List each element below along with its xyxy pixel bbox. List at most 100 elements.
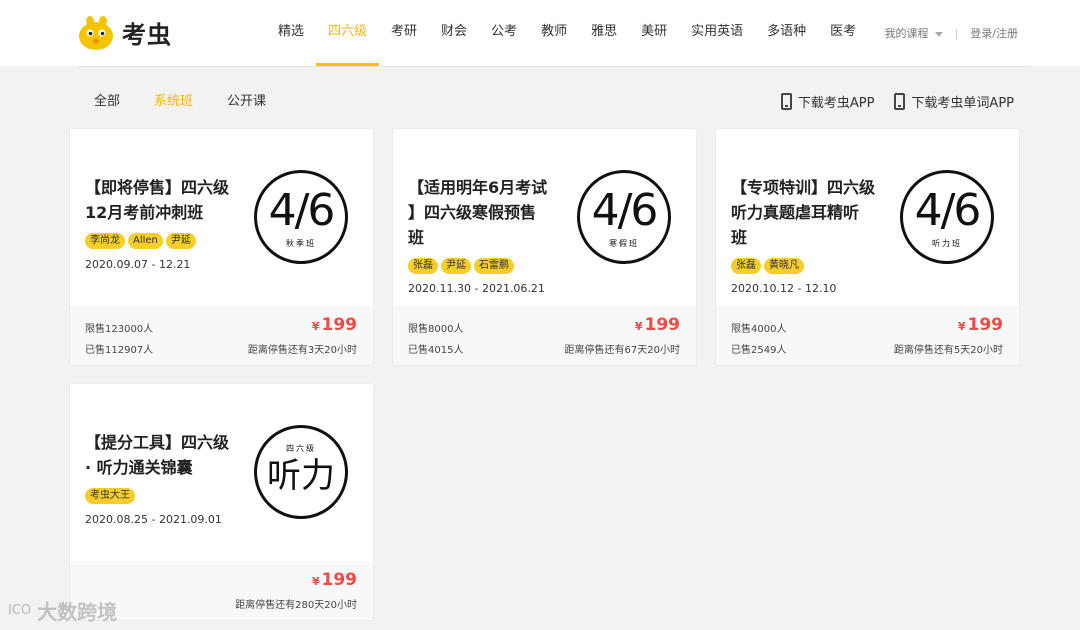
course-type-tabs: 全部 系统班 公开课 bbox=[77, 90, 283, 109]
nav-item-jiaoshi[interactable]: 教师 bbox=[529, 0, 579, 66]
top-header: 考虫 精选 四六级 考研 财会 公考 教师 雅思 美研 实用英语 多语种 医考 … bbox=[0, 0, 1080, 66]
teacher-tag: 尹延 bbox=[441, 258, 471, 274]
course-title-line: 【提分工具】四六级 bbox=[85, 433, 230, 452]
sale-limit: 限售123000人 bbox=[85, 324, 154, 335]
bug-mascot-icon bbox=[79, 16, 113, 50]
course-dates: 2020.09.07 - 12.21 bbox=[85, 258, 191, 271]
my-courses-dropdown[interactable]: 我的课程 bbox=[885, 25, 943, 41]
my-courses-label: 我的课程 bbox=[884, 27, 929, 40]
course-title-line: · 听力通关锦囊 bbox=[85, 458, 193, 477]
course-badge-icon: 4/6 听力班 bbox=[900, 170, 994, 264]
download-app-label: 下载考虫APP bbox=[797, 96, 875, 111]
download-word-app-link[interactable]: 下载考虫单词APP bbox=[894, 92, 1014, 111]
course-card[interactable]: 【适用明年6月考试 】四六级寒假预售 班 张磊 尹延 石雷鹏 2020.11.3… bbox=[392, 128, 697, 366]
course-title-line: 班 bbox=[408, 228, 425, 247]
course-card[interactable]: 【即将停售】四六级 12月考前冲刺班 李尚龙 Allen 尹延 2020.09.… bbox=[69, 128, 374, 366]
tab-all[interactable]: 全部 bbox=[77, 90, 137, 109]
sale-countdown: 距离停售还有3天20小时 bbox=[247, 345, 357, 356]
listening-badge-icon: 四六级 听力 bbox=[254, 425, 348, 519]
filter-bar: 全部 系统班 公开课 下载考虫APP 下载考虫单词APP bbox=[77, 66, 1030, 128]
download-word-app-label: 下载考虫单词APP bbox=[911, 96, 1014, 111]
sold-count: 已售4015人 bbox=[408, 345, 464, 356]
course-badge-icon: 4/6 秋季班 bbox=[254, 170, 348, 264]
card-footer: 限售123000人 已售112907人 ¥199 距离停售还有3天20小时 bbox=[70, 306, 373, 365]
course-title-line: 班 bbox=[731, 228, 748, 247]
nav-item-jingxuan[interactable]: 精选 bbox=[266, 0, 316, 66]
currency-symbol: ¥ bbox=[634, 320, 643, 333]
user-area: 我的课程 | 登录/注册 bbox=[885, 25, 1018, 41]
nav-item-caikuai[interactable]: 财会 bbox=[429, 0, 479, 66]
teacher-tags: 张磊 尹延 石雷鹏 bbox=[408, 258, 517, 274]
sale-countdown: 距离停售还有280天20小时 bbox=[235, 600, 357, 611]
teacher-tags: 张磊 黄晓凡 bbox=[731, 258, 807, 274]
watermark-text: 大数跨境 bbox=[37, 600, 118, 624]
app-downloads: 下载考虫APP 下载考虫单词APP bbox=[761, 92, 1014, 111]
sold-count: 已售112907人 bbox=[85, 345, 154, 356]
tab-open-class[interactable]: 公开课 bbox=[210, 90, 283, 109]
phone-icon bbox=[780, 93, 792, 110]
login-link[interactable]: 登录/注册 bbox=[970, 25, 1018, 41]
sale-limit: 限售8000人 bbox=[408, 324, 464, 335]
nav-item-kaoyan[interactable]: 考研 bbox=[379, 0, 429, 66]
card-footer: 限售8000人 已售4015人 ¥199 距离停售还有67天20小时 bbox=[393, 306, 696, 365]
course-title-line: 听力真题虐耳精听 bbox=[731, 203, 860, 222]
price: ¥199 bbox=[958, 315, 1003, 335]
download-app-link[interactable]: 下载考虫APP bbox=[780, 92, 875, 111]
sale-limit: 限售4000人 bbox=[731, 324, 787, 335]
course-title: 【提分工具】四六级 · 听力通关锦囊 bbox=[85, 430, 245, 480]
course-title-line: 【即将停售】四六级 bbox=[85, 178, 230, 197]
teacher-tag: 李尚龙 bbox=[85, 233, 125, 249]
price-value: 199 bbox=[321, 315, 358, 335]
course-title-line: 12月考前冲刺班 bbox=[85, 203, 204, 222]
currency-symbol: ¥ bbox=[311, 320, 320, 333]
nav-item-ielts[interactable]: 雅思 bbox=[579, 0, 629, 66]
badge-top-text: 四六级 bbox=[286, 444, 316, 453]
course-title: 【即将停售】四六级 12月考前冲刺班 bbox=[85, 175, 245, 225]
course-dates: 2020.10.12 - 12.10 bbox=[731, 282, 837, 295]
badge-sub-text: 秋季班 bbox=[286, 239, 316, 248]
currency-symbol: ¥ bbox=[957, 320, 966, 333]
price: ¥199 bbox=[312, 315, 357, 335]
teacher-tags: 李尚龙 Allen 尹延 bbox=[85, 233, 199, 249]
phone-icon bbox=[894, 93, 906, 110]
card-footer: 限售4000人 已售2549人 ¥199 距离停售还有5天20小时 bbox=[716, 306, 1019, 365]
badge-main-text: 听力 bbox=[267, 456, 335, 496]
teacher-tag: Allen bbox=[128, 233, 163, 249]
course-card[interactable]: 【专项特训】四六级 听力真题虐耳精听 班 张磊 黄晓凡 2020.10.12 -… bbox=[715, 128, 1020, 366]
teacher-tag: 石雷鹏 bbox=[474, 258, 514, 274]
nav-item-gongkao[interactable]: 公考 bbox=[479, 0, 529, 66]
sale-countdown: 距离停售还有5天20小时 bbox=[893, 345, 1003, 356]
teacher-tag: 黄晓凡 bbox=[764, 258, 804, 274]
nav-item-cet[interactable]: 四六级 bbox=[316, 0, 380, 66]
currency-symbol: ¥ bbox=[311, 575, 320, 588]
tab-system-class[interactable]: 系统班 bbox=[137, 90, 210, 109]
price: ¥199 bbox=[312, 570, 357, 590]
nav-item-practical-english[interactable]: 实用英语 bbox=[679, 0, 755, 66]
course-badge-icon: 4/6 寒假班 bbox=[577, 170, 671, 264]
teacher-tag: 尹延 bbox=[165, 233, 196, 249]
badge-sub-text: 听力班 bbox=[932, 239, 962, 248]
teacher-tag: 张磊 bbox=[731, 258, 761, 274]
price: ¥199 bbox=[635, 315, 680, 335]
course-card[interactable]: 【提分工具】四六级 · 听力通关锦囊 考虫大王 2020.08.25 - 202… bbox=[69, 383, 374, 621]
course-title: 【适用明年6月考试 】四六级寒假预售 班 bbox=[408, 175, 568, 250]
price-value: 199 bbox=[644, 315, 681, 335]
nav-item-multilingual[interactable]: 多语种 bbox=[755, 0, 818, 66]
nav-item-medical[interactable]: 医考 bbox=[818, 0, 868, 66]
course-title-line: 【适用明年6月考试 bbox=[408, 178, 548, 197]
brand-logo[interactable]: 考虫 bbox=[76, 12, 172, 52]
watermark-logo: ICO bbox=[8, 603, 32, 618]
badge-sub-text: 寒假班 bbox=[609, 239, 639, 248]
course-title: 【专项特训】四六级 听力真题虐耳精听 班 bbox=[731, 175, 891, 250]
watermark: ICO 大数跨境 bbox=[8, 596, 117, 625]
price-value: 199 bbox=[967, 315, 1004, 335]
course-dates: 2020.08.25 - 2021.09.01 bbox=[85, 513, 222, 526]
course-title-line: 【专项特训】四六级 bbox=[731, 178, 876, 197]
caret-down-icon bbox=[934, 32, 943, 37]
course-title-line: 】四六级寒假预售 bbox=[408, 203, 537, 222]
teacher-tags: 考虫大王 bbox=[85, 488, 138, 504]
divider: | bbox=[954, 26, 959, 40]
course-dates: 2020.11.30 - 2021.06.21 bbox=[408, 282, 545, 295]
badge-main-text: 4/6 bbox=[914, 185, 982, 236]
nav-item-meiyan[interactable]: 美研 bbox=[629, 0, 679, 66]
